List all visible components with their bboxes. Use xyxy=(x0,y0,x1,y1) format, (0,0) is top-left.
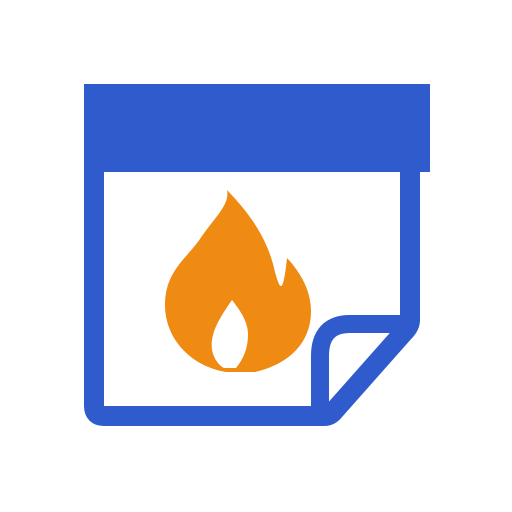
header-band xyxy=(84,84,430,172)
icon-canvas xyxy=(0,0,512,512)
flame-icon xyxy=(165,190,311,372)
calendar-fire-icon xyxy=(84,84,430,426)
